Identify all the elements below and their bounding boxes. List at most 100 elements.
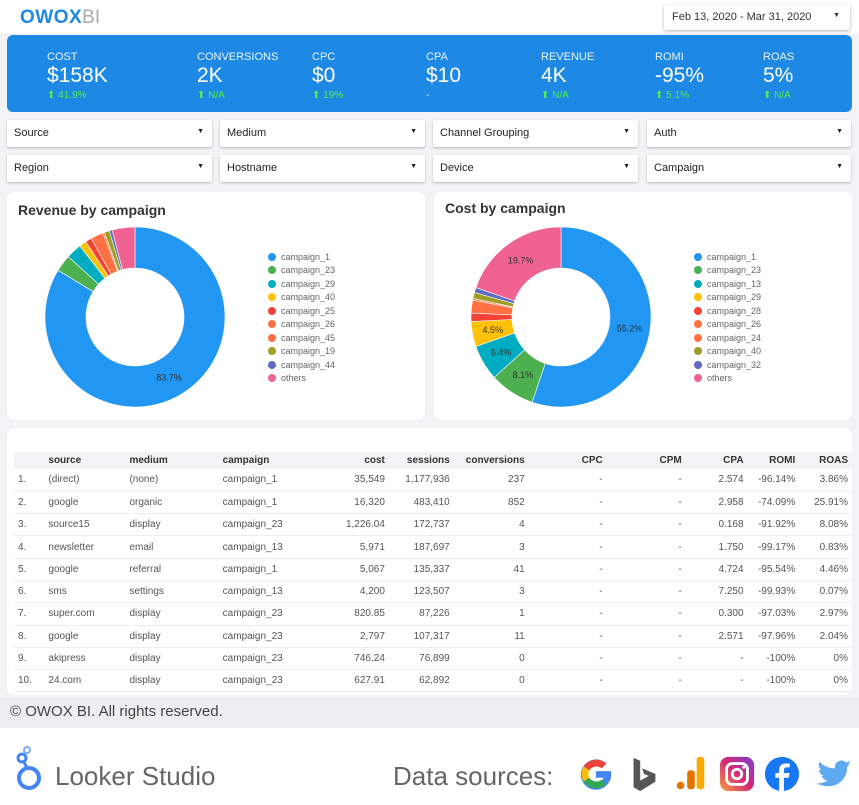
legend-label: campaign_13 (707, 278, 762, 289)
table-cell: 4.46% (799, 558, 852, 581)
table-row: 3. source15 display campaign_23 1,226.04 172,… (14, 513, 852, 537)
table-cell: 0% (799, 669, 852, 693)
legend-dot (694, 279, 702, 288)
legend-label: campaign_40 (707, 346, 762, 357)
column-header[interactable]: medium (125, 452, 219, 469)
table-cell: - (685, 669, 748, 693)
table-cell: - (528, 491, 607, 515)
legend-item[interactable]: others (268, 372, 335, 386)
legend-dot (268, 360, 276, 369)
legend-item[interactable]: campaign_32 (694, 358, 761, 372)
table-cell: 25.91% (799, 491, 852, 515)
legend-dot (694, 266, 702, 275)
table-cell: 2.97% (799, 602, 852, 626)
branding-bar: Looker Studio Data sources: (0, 728, 859, 805)
revenue-legend: campaign_1 campaign_23 campaign_29 campaign… (268, 250, 335, 385)
legend-item[interactable]: campaign_25 (268, 304, 335, 318)
table-cell: 483,410 (388, 491, 454, 515)
column-header[interactable]: CPA (685, 452, 748, 469)
table-cell: 6. (14, 580, 45, 604)
table-cell: super.com (44, 602, 126, 626)
copyright-text: © OWOX BI. All rights reserved. (10, 703, 223, 720)
table-cell: referral (125, 558, 219, 581)
legend-item[interactable]: campaign_29 (268, 277, 335, 291)
table-cell: -97.96% (747, 625, 800, 648)
legend-label: campaign_28 (707, 305, 762, 316)
table-cell: 0.07% (799, 580, 852, 604)
legend-dot (268, 347, 276, 356)
legend-label: campaign_26 (281, 319, 336, 330)
table-cell: 1 (453, 602, 529, 626)
column-header[interactable]: conversions (453, 452, 529, 469)
table-cell: 8.08% (799, 513, 852, 537)
legend-label: others (707, 373, 733, 384)
table-cell: 5,067 (320, 558, 389, 581)
column-header[interactable]: CPM (606, 452, 686, 469)
table-row: 10. 24.com display campaign_23 627.91 62,892 0… (14, 669, 852, 693)
column-header[interactable] (14, 452, 45, 469)
legend-item[interactable]: campaign_24 (694, 331, 761, 345)
legend-item[interactable]: campaign_26 (694, 318, 761, 332)
table-row: 2. google organic campaign_1 16,320 483,410 85… (14, 491, 852, 515)
legend-item[interactable]: campaign_1 (694, 250, 761, 264)
column-header[interactable]: sessions (388, 452, 454, 469)
looker-studio-label: Looker Studio (55, 761, 216, 791)
table-cell: - (528, 647, 607, 671)
table-row: 6. sms settings campaign_13 4,200 123,507 3- -7… (14, 580, 852, 604)
instagram-icon (719, 756, 755, 792)
table-cell: 0.300 (685, 602, 748, 626)
table-cell: (none) (125, 469, 219, 492)
data-label: 83.7% (156, 373, 182, 383)
legend-dot (694, 374, 702, 383)
table-cell: 2.571 (685, 625, 748, 648)
legend-dot (268, 320, 276, 329)
table-cell: - (528, 513, 607, 537)
legend-label: campaign_1 (281, 251, 331, 262)
table-cell: google (44, 491, 126, 515)
legend-item[interactable]: campaign_23 (694, 264, 761, 278)
legend-label: campaign_29 (281, 278, 336, 289)
legend-item[interactable]: campaign_28 (694, 304, 761, 318)
legend-label: others (281, 373, 307, 384)
table-row: 7. super.com display campaign_23 820.85 87,22… (14, 602, 852, 626)
column-header[interactable]: source (44, 452, 126, 469)
legend-item[interactable]: campaign_40 (268, 291, 335, 305)
legend-item[interactable]: campaign_45 (268, 331, 335, 345)
table-cell: 41 (453, 558, 529, 581)
legend-item[interactable]: campaign_40 (694, 345, 761, 359)
table-cell: newsletter (44, 535, 126, 559)
table-cell: 0% (799, 647, 852, 671)
legend-label: campaign_24 (707, 332, 762, 343)
table-cell: 135,337 (388, 558, 454, 581)
legend-item[interactable]: campaign_29 (694, 291, 761, 305)
table-cell: 2,797 (320, 625, 389, 648)
table-cell: 8. (14, 625, 45, 648)
table-cell: 11 (453, 625, 529, 648)
table-cell: - (528, 469, 607, 492)
table-cell: campaign_23 (218, 513, 320, 537)
table-cell: campaign_1 (218, 558, 320, 581)
column-header[interactable]: campaign (218, 452, 320, 469)
table-cell: - (606, 513, 686, 537)
legend-item[interactable]: campaign_19 (268, 345, 335, 359)
table-cell: 237 (453, 469, 529, 492)
legend-item[interactable]: campaign_26 (268, 318, 335, 332)
column-header[interactable]: cost (320, 452, 389, 469)
column-header[interactable]: ROAS (799, 452, 852, 469)
legend-item[interactable]: campaign_13 (694, 277, 761, 291)
table-cell: - (685, 647, 748, 671)
legend-item[interactable]: campaign_1 (268, 250, 335, 264)
table-cell: campaign_1 (218, 491, 320, 515)
facebook-icon (764, 756, 800, 792)
column-header[interactable]: ROMI (747, 452, 800, 469)
table-cell: -100% (747, 647, 800, 671)
table-row: 9. akipress display campaign_23 746.24 76,899… (14, 647, 852, 671)
table-cell: display (125, 602, 219, 626)
table-cell: 3. (14, 513, 45, 537)
legend-item[interactable]: campaign_23 (268, 264, 335, 278)
table-cell: 7. (14, 602, 45, 626)
column-header[interactable]: CPC (528, 452, 607, 469)
table-cell: 1,226.04 (320, 513, 389, 537)
legend-item[interactable]: others (694, 372, 761, 386)
legend-item[interactable]: campaign_44 (268, 358, 335, 372)
